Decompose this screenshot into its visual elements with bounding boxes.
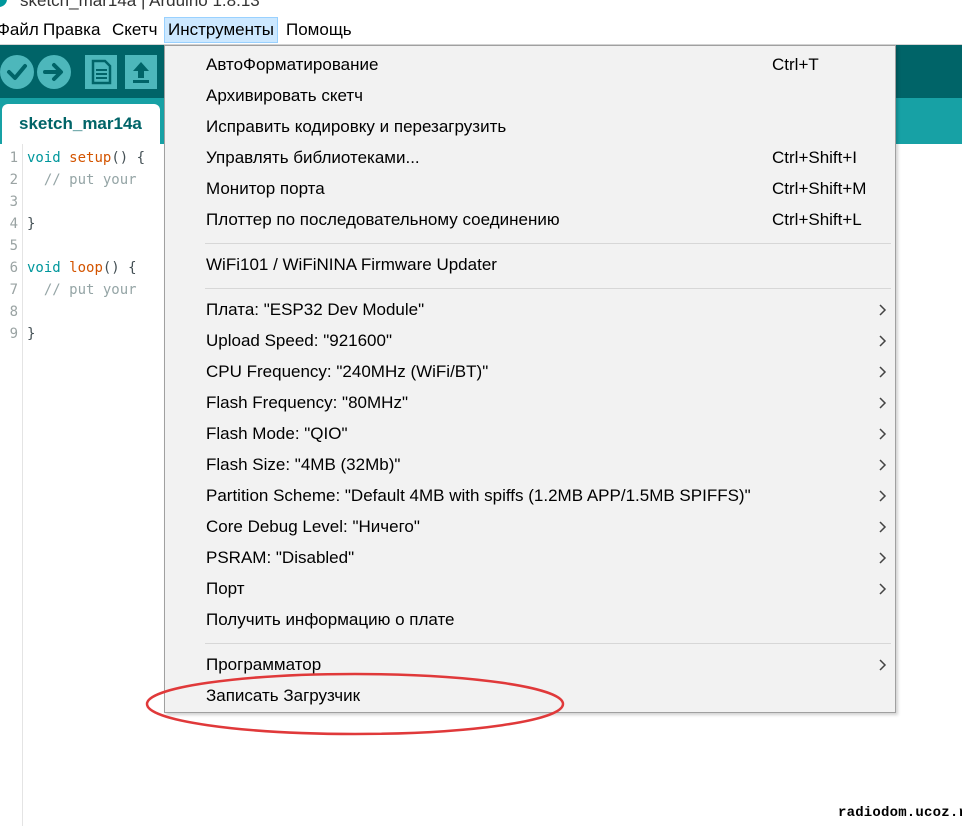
menu-item-label: Flash Size: "4MB (32Mb)" xyxy=(206,455,401,474)
submenu-chevron-right-icon xyxy=(879,583,887,595)
menu-item-3-0[interactable]: Программатор xyxy=(165,650,895,681)
window-title: sketch_mar14a | Arduino 1.8.13 xyxy=(20,0,260,10)
submenu-chevron-right-icon xyxy=(879,490,887,502)
submenu-chevron-right-icon xyxy=(879,428,887,440)
new-button[interactable] xyxy=(85,55,117,89)
menu-help[interactable]: Помощь xyxy=(283,17,355,43)
menu-item-0-1[interactable]: Архивировать скетч xyxy=(165,81,895,112)
menu-item-shortcut: Ctrl+T xyxy=(772,55,819,74)
menu-item-shortcut: Ctrl+Shift+I xyxy=(772,148,858,167)
menu-sketch[interactable]: Скетч xyxy=(109,17,160,43)
menu-item-label: Записать Загрузчик xyxy=(206,686,361,705)
tab-label: sketch_mar14a xyxy=(19,114,142,133)
verify-button[interactable] xyxy=(0,55,34,89)
title-bar: sketch_mar14a | Arduino 1.8.13 xyxy=(0,0,962,16)
menu-item-2-5[interactable]: Flash Size: "4MB (32Mb)" xyxy=(165,450,895,481)
menu-item-shortcut: Ctrl+Shift+L xyxy=(772,210,862,229)
menu-item-label: Partition Scheme: "Default 4MB with spif… xyxy=(206,486,751,505)
menu-item-0-5[interactable]: Плоттер по последовательному соединению C… xyxy=(165,205,895,236)
menu-separator xyxy=(205,243,891,244)
line-number: 7 xyxy=(9,282,18,298)
menu-item-label: Core Debug Level: "Ничего" xyxy=(206,517,420,536)
code-text: void loop() { xyxy=(27,260,137,276)
menu-bar: Файл Правка Скетч Инструменты Помощь xyxy=(0,16,962,45)
code-text: // put your xyxy=(43,172,137,188)
menu-item-0-2[interactable]: Исправить кодировку и перезагрузить xyxy=(165,112,895,143)
code-text: // put your xyxy=(43,282,137,298)
line-number: 3 xyxy=(9,194,18,210)
menu-item-2-2[interactable]: CPU Frequency: "240MHz (WiFi/BT)" xyxy=(165,357,895,388)
menu-item-2-8[interactable]: PSRAM: "Disabled" xyxy=(165,543,895,574)
menu-tools[interactable]: Инструменты xyxy=(164,17,279,43)
menu-item-label: WiFi101 / WiFiNINA Firmware Updater xyxy=(206,255,497,274)
menu-separator xyxy=(205,288,891,289)
menu-item-shortcut: Ctrl+Shift+M xyxy=(772,179,867,198)
menu-item-2-4[interactable]: Flash Mode: "QIO" xyxy=(165,419,895,450)
watermark: radiodom.ucoz.ru xyxy=(838,805,962,821)
menu-item-label: Архивировать скетч xyxy=(206,86,363,105)
new-icon xyxy=(91,59,112,85)
menu-item-label: Плоттер по последовательному соединению xyxy=(206,210,560,229)
menu-item-2-10[interactable]: Получить информацию о плате xyxy=(165,605,895,636)
menu-item-label: Flash Mode: "QIO" xyxy=(206,424,348,443)
menu-item-1-0[interactable]: WiFi101 / WiFiNINA Firmware Updater xyxy=(165,250,895,281)
menu-item-2-6[interactable]: Partition Scheme: "Default 4MB with spif… xyxy=(165,481,895,512)
submenu-chevron-right-icon xyxy=(879,659,887,671)
menu-item-label: Плата: "ESP32 Dev Module" xyxy=(206,300,425,319)
submenu-chevron-right-icon xyxy=(879,366,887,378)
submenu-chevron-right-icon xyxy=(879,397,887,409)
submenu-chevron-right-icon xyxy=(879,521,887,533)
menu-item-2-9[interactable]: Порт xyxy=(165,574,895,605)
submenu-chevron-right-icon xyxy=(879,552,887,564)
tools-menu-dropdown: АвтоФорматирование Ctrl+T Архивировать ске… xyxy=(164,45,896,713)
open-icon xyxy=(133,62,149,83)
line-number: 4 xyxy=(9,216,18,232)
menu-burn-bootloader[interactable]: Записать Загрузчик xyxy=(165,681,895,712)
menu-item-label: CPU Frequency: "240MHz (WiFi/BT)" xyxy=(206,362,489,381)
menu-item-2-0[interactable]: Плата: "ESP32 Dev Module" xyxy=(165,295,895,326)
line-number: 1 xyxy=(9,150,18,166)
menu-item-label: АвтоФорматирование xyxy=(206,55,379,74)
menu-item-label: Исправить кодировку и перезагрузить xyxy=(206,117,507,136)
upload-icon xyxy=(43,63,63,81)
menu-item-label: Монитор порта xyxy=(206,179,325,198)
code-text: void setup() { xyxy=(27,150,146,166)
menu-item-0-0[interactable]: АвтоФорматирование Ctrl+T xyxy=(165,50,895,81)
line-number: 6 xyxy=(9,260,18,276)
arduino-logo-icon xyxy=(0,0,7,7)
menu-item-label: Получить информацию о плате xyxy=(206,610,455,629)
tab-sketch[interactable]: sketch_mar14a xyxy=(2,104,160,144)
menu-item-2-3[interactable]: Flash Frequency: "80MHz" xyxy=(165,388,895,419)
menu-item-label: Порт xyxy=(206,579,245,598)
code-text: } xyxy=(27,216,36,232)
menu-item-label: Flash Frequency: "80MHz" xyxy=(206,393,408,412)
line-number: 8 xyxy=(9,304,18,320)
code-text: } xyxy=(27,326,36,342)
menu-item-0-4[interactable]: Монитор порта Ctrl+Shift+M xyxy=(165,174,895,205)
submenu-chevron-right-icon xyxy=(879,459,887,471)
menu-item-label: PSRAM: "Disabled" xyxy=(206,548,355,567)
menu-file[interactable]: Файл xyxy=(0,17,42,43)
line-number: 9 xyxy=(9,326,18,342)
verify-icon xyxy=(7,64,27,80)
menu-item-label: Программатор xyxy=(206,655,322,674)
line-number: 2 xyxy=(9,172,18,188)
menu-item-label: Управлять библиотеками... xyxy=(206,148,420,167)
menu-edit[interactable]: Правка xyxy=(40,17,103,43)
menu-item-label: Upload Speed: "921600" xyxy=(206,331,392,350)
upload-button[interactable] xyxy=(37,55,71,89)
submenu-chevron-right-icon xyxy=(879,304,887,316)
open-button[interactable] xyxy=(125,55,157,89)
line-number: 5 xyxy=(9,238,18,254)
menu-item-0-3[interactable]: Управлять библиотеками... Ctrl+Shift+I xyxy=(165,143,895,174)
menu-item-2-1[interactable]: Upload Speed: "921600" xyxy=(165,326,895,357)
submenu-chevron-right-icon xyxy=(879,335,887,347)
menu-item-2-7[interactable]: Core Debug Level: "Ничего" xyxy=(165,512,895,543)
menu-separator xyxy=(205,643,891,644)
